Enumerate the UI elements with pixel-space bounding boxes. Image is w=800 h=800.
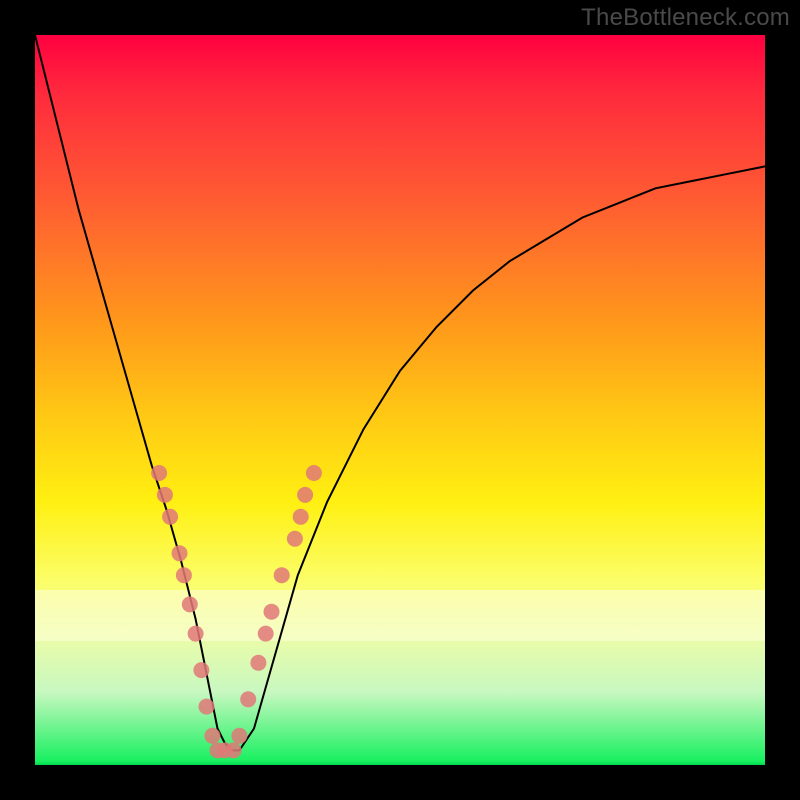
marker-dot — [204, 728, 220, 744]
plot-area — [35, 35, 765, 765]
marker-dot — [306, 465, 322, 481]
marker-dot — [199, 699, 215, 715]
marker-dot — [258, 626, 274, 642]
marker-dot — [162, 509, 178, 525]
marker-dot — [274, 567, 290, 583]
marker-dot — [151, 465, 167, 481]
marker-dot — [231, 728, 247, 744]
marker-dot — [172, 545, 188, 561]
marker-dot — [297, 487, 313, 503]
marker-dot — [287, 531, 303, 547]
chart-frame: TheBottleneck.com — [0, 0, 800, 800]
marker-dot — [193, 662, 209, 678]
marker-dot — [176, 567, 192, 583]
watermark-text: TheBottleneck.com — [581, 4, 790, 32]
curve-svg — [35, 35, 765, 765]
marker-dot — [293, 509, 309, 525]
marker-dot — [264, 604, 280, 620]
curve-markers — [151, 465, 322, 758]
marker-dot — [240, 691, 256, 707]
marker-dot — [226, 742, 242, 758]
marker-dot — [182, 596, 198, 612]
marker-dot — [157, 487, 173, 503]
marker-dot — [250, 655, 266, 671]
marker-dot — [188, 626, 204, 642]
bottleneck-curve — [35, 35, 765, 750]
